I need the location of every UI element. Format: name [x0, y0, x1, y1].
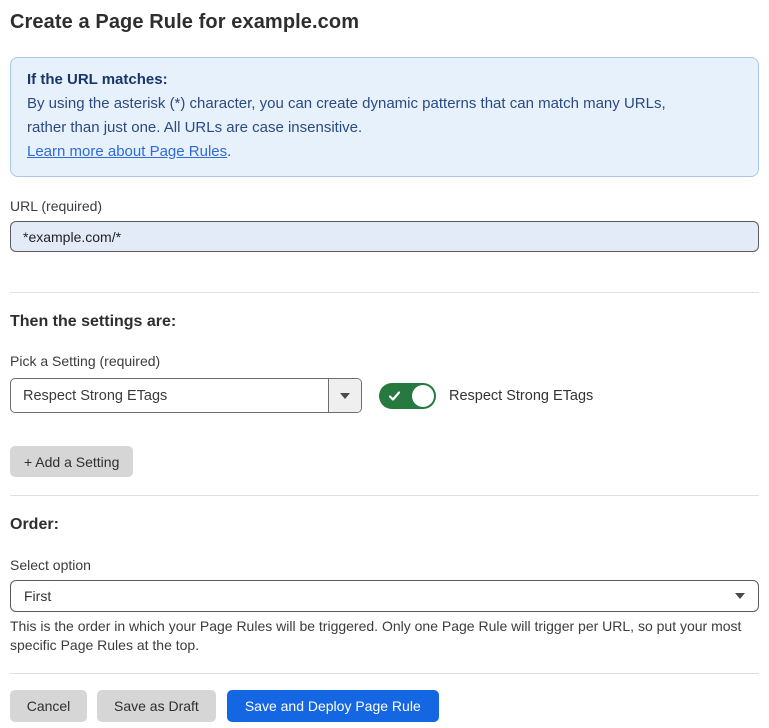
order-select-value: First [24, 588, 735, 604]
url-match-info-box: If the URL matches: By using the asteris… [10, 57, 759, 177]
link-period: . [227, 143, 231, 160]
settings-heading: Then the settings are: [10, 312, 759, 331]
info-box-body-line1: By using the asterisk (*) character, you… [27, 92, 742, 116]
respect-strong-etags-toggle[interactable] [379, 383, 436, 409]
pick-setting-label: Pick a Setting (required) [10, 353, 759, 369]
caret-down-icon [735, 593, 745, 599]
order-help-text: This is the order in which your Page Rul… [10, 617, 759, 654]
url-label: URL (required) [10, 198, 759, 214]
order-heading: Order: [10, 515, 759, 534]
form-actions: Cancel Save as Draft Save and Deploy Pag… [10, 690, 759, 722]
create-page-rule-form: Create a Page Rule for example.com If th… [0, 10, 769, 728]
info-box-link-row: Learn more about Page Rules. [27, 140, 742, 164]
caret-down-icon [340, 393, 350, 399]
setting-select-caret-button[interactable] [328, 379, 361, 412]
setting-select-value: Respect Strong ETags [11, 379, 328, 412]
info-box-heading: If the URL matches: [27, 68, 742, 92]
url-input[interactable] [10, 221, 759, 252]
setting-row: Respect Strong ETags Respect Strong ETag… [10, 378, 759, 413]
order-select[interactable]: First [10, 580, 759, 612]
learn-more-link[interactable]: Learn more about Page Rules [27, 143, 227, 160]
section-divider [10, 292, 759, 293]
save-draft-button[interactable]: Save as Draft [97, 690, 216, 722]
select-option-label: Select option [10, 557, 759, 573]
page-title: Create a Page Rule for example.com [10, 10, 759, 34]
section-divider [10, 495, 759, 496]
add-setting-button[interactable]: + Add a Setting [10, 446, 133, 477]
cancel-button[interactable]: Cancel [10, 690, 87, 722]
info-box-body-line2: rather than just one. All URLs are case … [27, 116, 742, 140]
toggle-label: Respect Strong ETags [449, 388, 593, 404]
setting-select[interactable]: Respect Strong ETags [10, 378, 362, 413]
save-deploy-button[interactable]: Save and Deploy Page Rule [227, 690, 439, 722]
toggle-knob [412, 385, 434, 407]
section-divider [10, 673, 759, 674]
check-icon [388, 390, 401, 402]
